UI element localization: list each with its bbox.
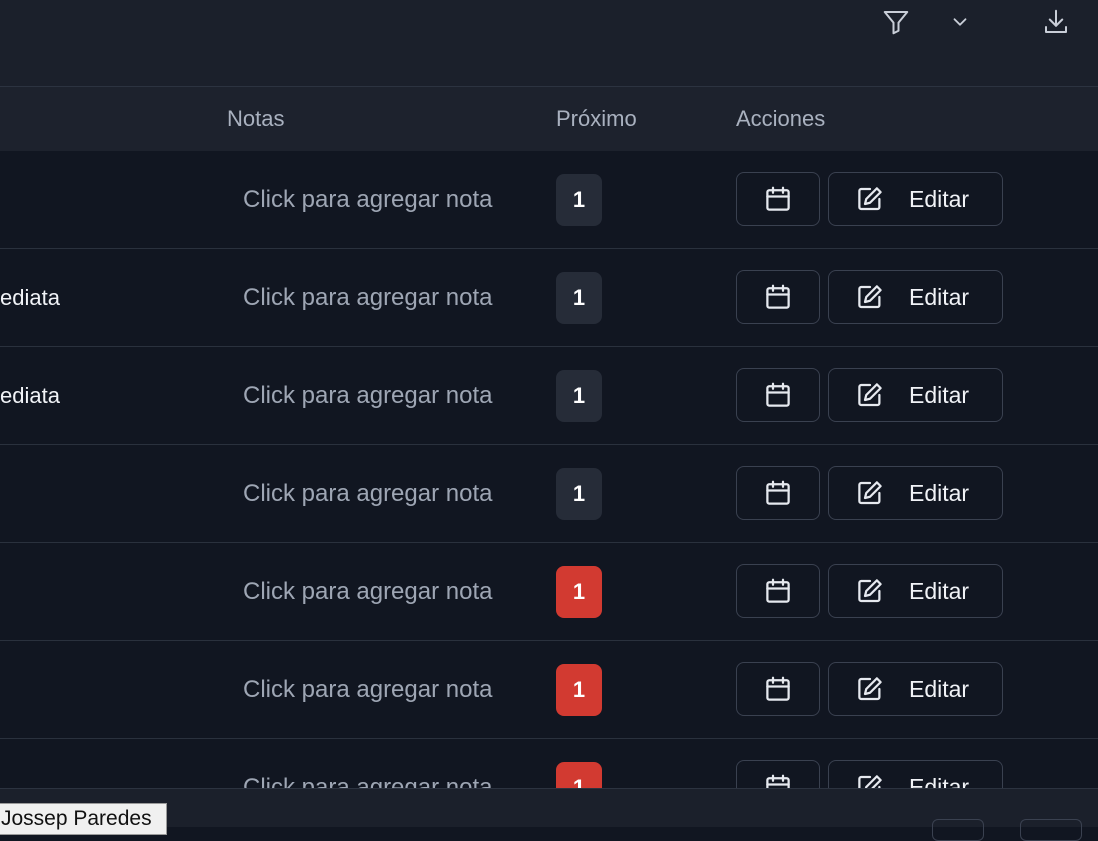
edit-button-label: Editar (909, 381, 970, 408)
edit-icon (855, 478, 885, 508)
table-row: ediata Click para agregar nota 1 Editar (0, 249, 1098, 347)
edit-button[interactable]: Editar (828, 172, 1003, 226)
filter-icon[interactable] (878, 5, 914, 39)
edit-button-label: Editar (909, 675, 970, 702)
next-count-badge: 1 (556, 762, 602, 788)
schedule-button[interactable] (736, 270, 820, 324)
add-note-cell[interactable]: Click para agregar nota (243, 445, 492, 542)
calendar-icon (763, 380, 793, 410)
edit-button[interactable]: Editar (828, 662, 1003, 716)
schedule-button[interactable] (736, 368, 820, 422)
next-count-badge: 1 (556, 272, 602, 324)
table-row: Click para agregar nota 1 Editar (0, 445, 1098, 543)
table-header: Notas Próximo Acciones (0, 87, 1098, 151)
edit-button-label: Editar (909, 577, 970, 604)
next-count-badge: 1 (556, 468, 602, 520)
edit-button[interactable]: Editar (828, 368, 1003, 422)
add-note-cell[interactable]: Click para agregar nota (243, 151, 492, 248)
add-note-cell[interactable]: Click para agregar nota (243, 641, 492, 738)
next-count-badge: 1 (556, 370, 602, 422)
edit-button[interactable]: Editar (828, 760, 1003, 788)
table-row: Click para agregar nota 1 Editar (0, 543, 1098, 641)
edit-icon (855, 772, 885, 788)
table-row: ediata Click para agregar nota 1 Editar (0, 347, 1098, 445)
calendar-icon (763, 282, 793, 312)
edit-button-label: Editar (909, 773, 970, 789)
calendar-icon (763, 576, 793, 606)
column-header-next[interactable]: Próximo (556, 87, 637, 151)
edit-icon (855, 674, 885, 704)
edit-button[interactable]: Editar (828, 270, 1003, 324)
edit-button[interactable]: Editar (828, 564, 1003, 618)
column-header-actions: Acciones (736, 106, 826, 131)
edit-button-label: Editar (909, 185, 970, 212)
pagination-control[interactable] (932, 819, 984, 841)
calendar-icon (763, 478, 793, 508)
edit-button[interactable]: Editar (828, 466, 1003, 520)
edit-icon (855, 184, 885, 214)
add-note-cell[interactable]: Click para agregar nota (243, 543, 492, 640)
schedule-button[interactable] (736, 760, 820, 788)
pagination-control[interactable] (1020, 819, 1082, 841)
tooltip: Jossep Paredes (0, 803, 167, 835)
contact-name-cell: ediata (0, 383, 60, 408)
edit-icon (855, 282, 885, 312)
edit-icon (855, 380, 885, 410)
add-note-cell[interactable]: Click para agregar nota (243, 249, 492, 346)
contact-name-cell: ediata (0, 285, 60, 310)
edit-button-label: Editar (909, 283, 970, 310)
calendar-icon (763, 674, 793, 704)
edit-icon (855, 576, 885, 606)
schedule-button[interactable] (736, 564, 820, 618)
table-row: Click para agregar nota 1 Editar (0, 739, 1098, 788)
download-icon[interactable] (1038, 5, 1074, 39)
schedule-button[interactable] (736, 172, 820, 226)
calendar-icon (763, 772, 793, 788)
table-body: Click para agregar nota 1 Editar ediata Clic… (0, 151, 1098, 788)
chevron-down-icon[interactable] (946, 8, 974, 36)
calendar-icon (763, 184, 793, 214)
table-row: Click para agregar nota 1 Editar (0, 151, 1098, 249)
schedule-button[interactable] (736, 466, 820, 520)
next-count-badge: 1 (556, 566, 602, 618)
add-note-cell[interactable]: Click para agregar nota (243, 347, 492, 444)
add-note-cell[interactable]: Click para agregar nota (243, 739, 492, 788)
edit-button-label: Editar (909, 479, 970, 506)
column-header-notes[interactable]: Notas (227, 87, 284, 151)
next-count-badge: 1 (556, 664, 602, 716)
next-count-badge: 1 (556, 174, 602, 226)
schedule-button[interactable] (736, 662, 820, 716)
table-toolbar (0, 0, 1098, 87)
table-row: Click para agregar nota 1 Editar (0, 641, 1098, 739)
